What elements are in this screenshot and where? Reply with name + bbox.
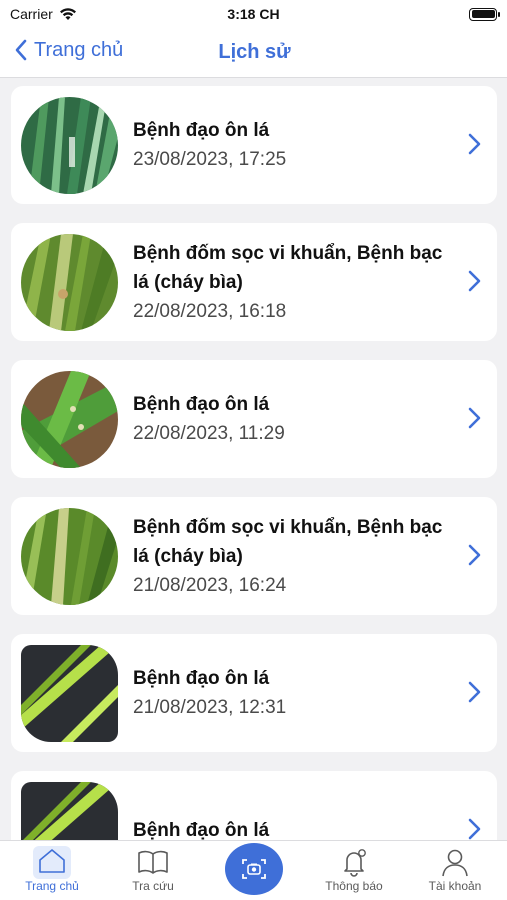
bell-icon xyxy=(344,849,366,877)
leaf-photo xyxy=(21,782,118,840)
disease-name: Bệnh đạo ôn lá xyxy=(133,394,270,415)
tab-account[interactable]: Tài khoản xyxy=(405,845,505,893)
tab-label: Trang chủ xyxy=(25,879,79,893)
history-card[interactable]: Bệnh đốm sọc vi khuẩn, Bệnh bạc lá (cháy… xyxy=(11,223,497,341)
card-text: Bệnh đạo ôn lá xyxy=(133,816,453,841)
camera-scan-icon xyxy=(242,859,266,879)
status-bar: Carrier 3:18 CH xyxy=(0,0,507,28)
history-card[interactable]: Bệnh đạo ôn lá 23/08/2023, 17:25 xyxy=(11,86,497,204)
wifi-icon xyxy=(59,8,76,20)
tab-label: Tra cứu xyxy=(132,879,174,893)
tab-lookup[interactable]: Tra cứu xyxy=(103,845,203,893)
tab-notifications[interactable]: Thông báo xyxy=(304,845,404,893)
chevron-right-icon xyxy=(468,681,481,703)
disease-name: Bệnh đạo ôn lá xyxy=(133,120,270,141)
card-text: Bệnh đốm sọc vi khuẩn, Bệnh bạc lá (cháy… xyxy=(133,513,453,600)
book-icon xyxy=(138,850,168,874)
status-left: Carrier xyxy=(10,6,77,22)
chevron-right-icon xyxy=(468,544,481,566)
scan-date: 21/08/2023, 16:24 xyxy=(133,574,287,596)
chevron-right-icon xyxy=(468,407,481,429)
card-text: Bệnh đốm sọc vi khuẩn, Bệnh bạc lá (cháy… xyxy=(133,239,453,326)
user-icon xyxy=(442,849,468,877)
leaf-photo xyxy=(21,97,118,194)
tab-label: Tài khoản xyxy=(428,879,482,893)
carrier-label: Carrier xyxy=(10,6,53,22)
history-card[interactable]: Bệnh đạo ôn lá xyxy=(11,771,497,840)
card-text: Bệnh đạo ôn lá 21/08/2023, 12:31 xyxy=(133,664,453,722)
home-icon xyxy=(39,848,65,873)
nav-bar: Trang chủ Lịch sử xyxy=(0,28,507,78)
card-text: Bệnh đạo ôn lá 22/08/2023, 11:29 xyxy=(133,390,453,448)
disease-name: Bệnh đốm sọc vi khuẩn, Bệnh bạc lá (cháy… xyxy=(133,242,443,293)
leaf-photo xyxy=(21,234,118,331)
leaf-photo xyxy=(21,371,118,468)
disease-name: Bệnh đạo ôn lá xyxy=(133,819,270,841)
disease-name: Bệnh đốm sọc vi khuẩn, Bệnh bạc lá (cháy… xyxy=(133,516,443,567)
leaf-photo xyxy=(21,645,118,742)
tab-label: Thông báo xyxy=(325,879,383,893)
battery-icon xyxy=(469,7,500,21)
history-card[interactable]: Bệnh đạo ôn lá 21/08/2023, 12:31 xyxy=(11,634,497,752)
history-list[interactable]: Bệnh đạo ôn lá 23/08/2023, 17:25 Bệnh đố… xyxy=(11,86,497,840)
history-card[interactable]: Bệnh đốm sọc vi khuẩn, Bệnh bạc lá (cháy… xyxy=(11,497,497,615)
camera-scan-button[interactable] xyxy=(225,843,283,895)
disease-name: Bệnh đạo ôn lá xyxy=(133,668,270,689)
scan-date: 22/08/2023, 11:29 xyxy=(133,423,285,444)
scan-date: 22/08/2023, 16:18 xyxy=(133,300,287,322)
chevron-right-icon xyxy=(468,133,481,155)
history-card[interactable]: Bệnh đạo ôn lá 22/08/2023, 11:29 xyxy=(11,360,497,478)
tab-bar: Trang chủ Tra cứu Thông báo Tài khoản xyxy=(0,840,507,900)
page-title: Lịch sử xyxy=(218,41,291,63)
leaf-photo xyxy=(21,508,118,605)
scan-date: 23/08/2023, 17:25 xyxy=(133,149,287,170)
card-text: Bệnh đạo ôn lá 23/08/2023, 17:25 xyxy=(133,116,453,174)
chevron-right-icon xyxy=(468,818,481,840)
tab-home[interactable]: Trang chủ xyxy=(2,845,102,893)
chevron-right-icon xyxy=(468,270,481,292)
scan-date: 21/08/2023, 12:31 xyxy=(133,697,287,718)
